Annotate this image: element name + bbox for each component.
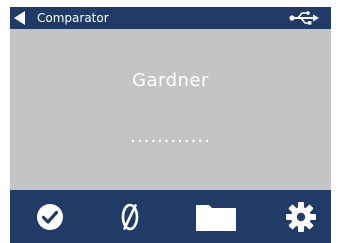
zero-icon xyxy=(121,203,139,230)
zero-button[interactable] xyxy=(100,190,160,243)
settings-button[interactable] xyxy=(271,190,331,243)
reading-display: Gardner ............ xyxy=(10,29,331,190)
reading-value: ............ xyxy=(130,126,211,147)
title-bar: Comparator xyxy=(10,7,331,29)
back-button[interactable] xyxy=(12,7,28,29)
device-screen: Comparator Gardner ............ xyxy=(0,0,340,243)
folder-icon xyxy=(196,204,236,231)
bottom-toolbar xyxy=(10,190,331,243)
checkmark-icon xyxy=(37,203,63,230)
usb-icon xyxy=(289,11,319,25)
page-title: Comparator xyxy=(37,11,109,25)
files-button[interactable] xyxy=(186,190,246,243)
back-arrow-icon xyxy=(14,11,25,25)
gear-icon xyxy=(286,201,316,232)
mode-label: Gardner xyxy=(132,70,209,91)
confirm-button[interactable] xyxy=(20,190,80,243)
